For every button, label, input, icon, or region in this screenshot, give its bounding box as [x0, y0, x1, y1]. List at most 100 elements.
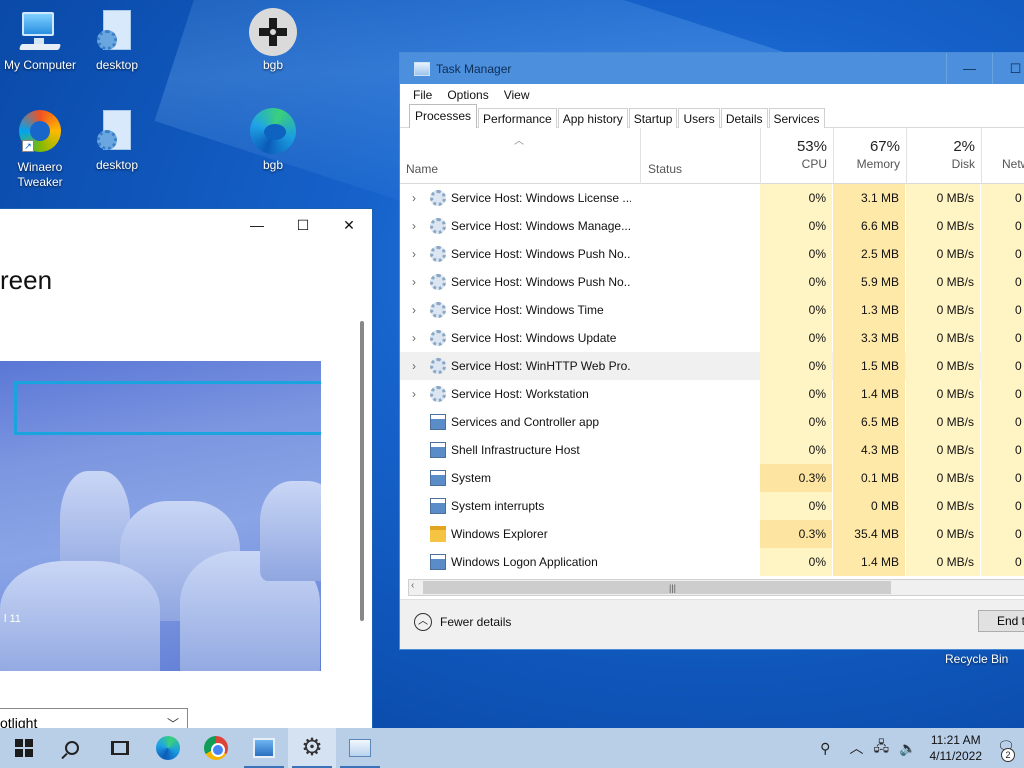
taskbar-chrome[interactable] [192, 728, 240, 768]
chevron-right-icon[interactable]: › [412, 212, 416, 240]
horizontal-scrollbar[interactable]: ‹ ||| [408, 579, 1024, 596]
task-view-button[interactable] [96, 728, 144, 768]
desktop-icon-desktop-1[interactable]: desktop [77, 8, 157, 73]
column-cpu[interactable]: 53% CPU [760, 128, 833, 184]
notification-center-button[interactable]: 🗨 2 [992, 738, 1015, 762]
end-task-button[interactable]: End t [978, 610, 1024, 632]
scrollbar[interactable] [360, 321, 364, 621]
tab-startup[interactable]: Startup [628, 108, 678, 128]
minimize-button[interactable]: — [234, 209, 280, 241]
desktop-icon-winaero-tweaker[interactable]: ↗ Winaero Tweaker [0, 108, 80, 190]
chevron-right-icon[interactable]: › [412, 240, 416, 268]
column-disk[interactable]: 2% Disk [906, 128, 981, 184]
title-bar[interactable]: Task Manager — ☐ [400, 53, 1024, 84]
maximize-button[interactable]: ☐ [280, 209, 326, 241]
process-row[interactable]: › Service Host: Workstation 0% 1.4 MB 0 MB/s… [400, 380, 1024, 408]
process-name: Service Host: Workstation [451, 387, 589, 401]
process-row[interactable]: › Service Host: Windows Push No... 0% 5.9 M… [400, 268, 1024, 296]
cpu-cell: 0% [760, 268, 832, 296]
column-status[interactable]: Status [648, 162, 682, 176]
service-gear-icon [430, 330, 446, 346]
memory-cell: 4.3 MB [833, 436, 905, 464]
process-row[interactable]: Windows Explorer 0.3%35.4 MB0 MB/s0 M [400, 520, 1024, 548]
process-row[interactable]: System interrupts 0%0 MB0 MB/s0 M [400, 492, 1024, 520]
process-row[interactable]: Shell Infrastructure Host 0% 4.3 MB 0 MB/s 0… [400, 436, 1024, 464]
process-name: Service Host: Windows Push No... [451, 275, 631, 289]
process-row[interactable]: › Service Host: Windows Update 0% 3.3 MB 0 M… [400, 324, 1024, 352]
preview-caption: l 11 [4, 613, 21, 625]
taskbar-edge[interactable] [144, 728, 192, 768]
tab-performance[interactable]: Performance [478, 108, 557, 128]
chevron-right-icon[interactable]: › [412, 352, 416, 380]
menu-options[interactable]: Options [447, 88, 488, 102]
volume-icon[interactable]: 🔈 [899, 740, 916, 757]
chevron-up-icon[interactable]: ︿ [849, 738, 863, 758]
process-row[interactable]: › Service Host: Windows Push No... 0% 2.5 M… [400, 240, 1024, 268]
service-gear-icon [430, 302, 446, 318]
bgb-gamepad-icon [249, 8, 297, 56]
memory-cell: 3.3 MB [833, 324, 905, 352]
taskbar-this-pc[interactable] [240, 728, 288, 768]
column-network[interactable]: Netw [981, 128, 1024, 184]
desktop-icon-label: desktop [95, 58, 139, 72]
fewer-details-button[interactable]: ︿ Fewer details [414, 613, 511, 631]
memory-cell: 1.3 MB [833, 296, 905, 324]
chevron-right-icon[interactable]: › [412, 380, 416, 408]
window-controls: — ☐ [946, 53, 1024, 84]
desktop-icon-bgb-1[interactable]: bgb [233, 8, 313, 73]
column-name[interactable]: Name [406, 162, 438, 176]
process-row[interactable]: › Service Host: Windows Manage... 0% 6.6 MB… [400, 212, 1024, 240]
cpu-cell: 0% [760, 296, 832, 324]
tab-details[interactable]: Details [720, 108, 768, 128]
clock[interactable]: 11:21 AM 4/11/2022 [930, 732, 983, 764]
desktop-icon-bgb-2[interactable]: bgb [233, 108, 313, 173]
disk-cell: 0 MB/s [906, 268, 980, 296]
network-cell: 0 M [981, 240, 1024, 268]
close-button[interactable]: ✕ [326, 209, 372, 241]
settings-gear-icon: ⚙ [301, 734, 323, 761]
network-icon[interactable]: 🖧 [873, 736, 889, 760]
disk-cell: 0 MB/s [906, 212, 980, 240]
process-name: Windows Logon Application [451, 555, 598, 569]
people-icon[interactable]: ⚲ [820, 740, 830, 757]
process-row[interactable]: › Service Host: Windows Time 0% 1.3 MB 0 MB/… [400, 296, 1024, 324]
scrollbar-thumb[interactable]: ||| [423, 581, 891, 594]
tab-app-history[interactable]: App history [557, 108, 628, 128]
process-row[interactable]: Windows Logon Application 0% 1.4 MB 0 MB/s 0… [400, 548, 1024, 576]
cpu-cell: 0% [760, 492, 832, 520]
chevron-right-icon[interactable]: › [412, 324, 416, 352]
menu-file[interactable]: File [413, 88, 432, 102]
search-button[interactable] [48, 728, 96, 768]
recycle-bin-label[interactable]: Recycle Bin [945, 652, 1008, 666]
disk-cell: 0 MB/s [906, 296, 980, 324]
computer-icon [16, 8, 64, 56]
tab-processes[interactable]: Processes [409, 104, 478, 128]
folder-icon [430, 526, 446, 542]
fewer-details-label: Fewer details [440, 615, 512, 629]
start-button[interactable] [0, 728, 48, 768]
process-row[interactable]: › Service Host: Windows License ... 0% 3.1 … [400, 184, 1024, 212]
network-cell: 0 M [981, 408, 1024, 436]
chevron-right-icon[interactable]: › [412, 296, 416, 324]
desktop-icon-my-computer[interactable]: My Computer [0, 8, 80, 73]
minimize-button[interactable]: — [946, 53, 992, 84]
chevron-right-icon[interactable]: › [412, 268, 416, 296]
cpu-cell: 0.3% [760, 520, 832, 548]
process-row[interactable]: › Service Host: WinHTTP Web Pro... 0% 1.5 M… [400, 352, 1024, 380]
tab-users[interactable]: Users [678, 108, 720, 128]
column-memory[interactable]: 67% Memory [833, 128, 906, 184]
process-row[interactable]: Services and Controller app 0% 6.5 MB 0 MB/… [400, 408, 1024, 436]
disk-cell: 0 MB/s [906, 324, 980, 352]
scroll-left-icon[interactable]: ‹ [411, 580, 414, 591]
settings-file-icon [93, 8, 141, 56]
taskbar-settings[interactable]: ⚙ [288, 728, 336, 768]
tab-services[interactable]: Services [768, 108, 825, 128]
menu-view[interactable]: View [504, 88, 530, 102]
process-row[interactable]: System 0.3%0.1 MB0 MB/s0 M [400, 464, 1024, 492]
chevron-right-icon[interactable]: › [412, 184, 416, 212]
process-name: Services and Controller app [451, 415, 600, 429]
taskbar-task-manager[interactable] [336, 728, 384, 768]
maximize-button[interactable]: ☐ [992, 53, 1024, 84]
shortcut-arrow-icon: ↗ [22, 140, 34, 152]
desktop-icon-desktop-2[interactable]: desktop [77, 108, 157, 173]
